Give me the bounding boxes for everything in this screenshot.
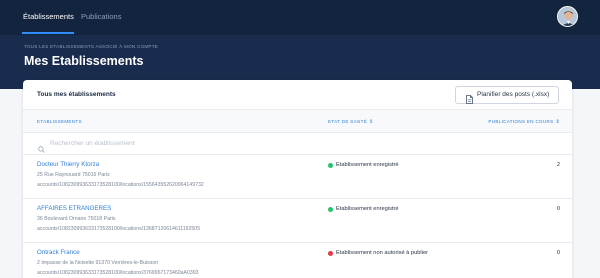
sort-icon: ⇕ bbox=[369, 119, 374, 125]
column-header-health[interactable]: ETAT DE SANTÉ ⇕ bbox=[328, 119, 374, 125]
table-row: AFFAIRES ETRANGERES 36 Boulevard Ornano … bbox=[23, 199, 572, 243]
health-status: Etablissement enregistré bbox=[336, 206, 399, 212]
establishment-name-link[interactable]: Ontrack France bbox=[37, 249, 80, 256]
establishment-name-link[interactable]: AFFAIRES ETRANGERES bbox=[37, 205, 111, 212]
establishment-address: 2 Impasse de la Noisette 91370 Verrières… bbox=[37, 260, 159, 266]
column-label: ETABLISSEMENTS bbox=[37, 119, 82, 124]
user-avatar[interactable] bbox=[557, 6, 578, 27]
establishment-address: 25 Rue Raynouard 75016 Paris bbox=[37, 172, 110, 178]
publications-count: 0 bbox=[556, 206, 560, 212]
publications-count: 2 bbox=[556, 162, 560, 168]
page-subtitle: TOUS LES ETABLISSEMENTS ASSOCIÉ À MON CO… bbox=[24, 44, 159, 49]
column-label: ETAT DE SANTÉ bbox=[328, 119, 368, 124]
plan-posts-button[interactable]: Planifier des posts (.xlsx) bbox=[455, 86, 559, 104]
establishment-name-link[interactable]: Docteur Thierry Ktorza bbox=[37, 161, 99, 168]
establishment-account-path: accounts/108230993633173528100/locations… bbox=[37, 226, 201, 232]
active-tab-indicator bbox=[22, 32, 74, 34]
plan-posts-label: Planifier des posts (.xlsx) bbox=[477, 91, 550, 98]
search-input[interactable] bbox=[50, 137, 310, 150]
top-navbar: Établissements Publications bbox=[0, 0, 600, 35]
card-title: Tous mes établissements bbox=[37, 91, 116, 98]
status-dot-icon bbox=[328, 207, 333, 212]
search-row bbox=[23, 133, 572, 155]
search-icon bbox=[38, 140, 45, 153]
table-header: ETABLISSEMENTS ETAT DE SANTÉ ⇕ PUBLICATIO… bbox=[23, 109, 572, 133]
publications-count: 0 bbox=[556, 250, 560, 256]
column-header-establishments[interactable]: ETABLISSEMENTS bbox=[37, 119, 82, 124]
page-title: Mes Etablissements bbox=[24, 54, 144, 68]
nav-tab-publications[interactable]: Publications bbox=[81, 12, 121, 21]
health-status: Etablissement enregistré bbox=[336, 162, 399, 168]
sort-icon: ⇕ bbox=[555, 119, 560, 125]
health-status: Etablissement non autorisé à publier bbox=[336, 250, 429, 256]
column-label: PUBLICATIONS EN COURS bbox=[488, 119, 554, 124]
table-row: Ontrack France 2 Impasse de la Noisette … bbox=[23, 243, 572, 278]
status-dot-icon bbox=[328, 251, 333, 256]
table-row: Docteur Thierry Ktorza 25 Rue Raynouard … bbox=[23, 155, 572, 199]
establishment-address: 36 Boulevard Ornano 75018 Paris bbox=[37, 216, 116, 222]
file-icon bbox=[466, 91, 473, 104]
establishments-card: Tous mes établissements Planifier des po… bbox=[23, 80, 572, 278]
establishment-account-path: accounts/108230993633173528100/locations… bbox=[37, 270, 199, 276]
nav-tab-etablissements[interactable]: Établissements bbox=[23, 12, 74, 21]
establishment-account-path: accounts/108230993633173528100/locations… bbox=[37, 182, 204, 188]
column-header-publications[interactable]: PUBLICATIONS EN COURS ⇕ bbox=[488, 119, 560, 125]
status-dot-icon bbox=[328, 163, 333, 168]
